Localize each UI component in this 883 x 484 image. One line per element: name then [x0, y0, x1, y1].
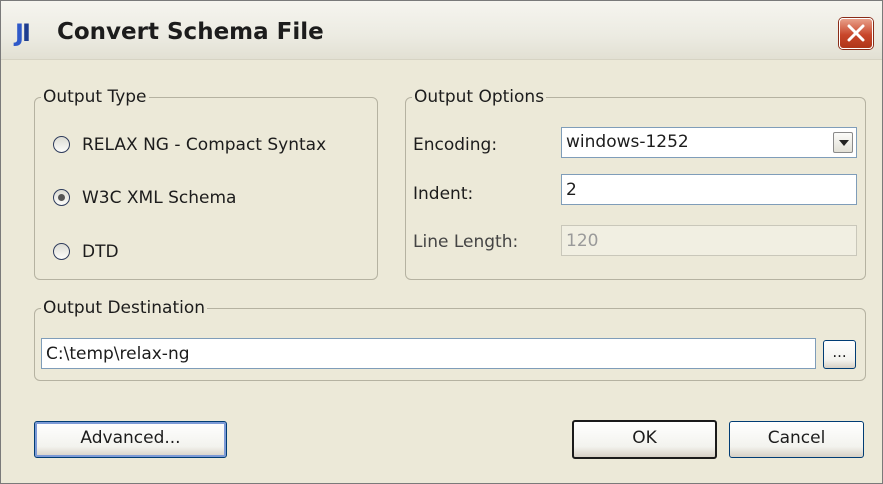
browse-button-label: ... — [832, 343, 847, 361]
ok-button-label: OK — [632, 428, 657, 448]
output-options-legend: Output Options — [414, 87, 545, 107]
radio-dtd[interactable] — [53, 243, 70, 260]
intellij-idea-icon: JI — [15, 19, 31, 47]
dtd-label[interactable]: DTD — [82, 241, 119, 263]
radio-w3c-xml-schema[interactable] — [53, 189, 70, 206]
window-title: Convert Schema File — [57, 19, 324, 45]
w3c-xml-schema-label[interactable]: W3C XML Schema — [82, 187, 236, 209]
browse-button[interactable]: ... — [823, 340, 856, 369]
encoding-dropdown-button[interactable] — [833, 132, 853, 153]
close-button[interactable] — [839, 18, 873, 49]
radio-relax-ng-compact[interactable] — [53, 136, 70, 153]
encoding-value: windows-1252 — [566, 132, 689, 152]
chevron-down-icon — [839, 140, 849, 146]
line-length-label: Line Length: — [413, 232, 519, 252]
output-destination-path-field[interactable] — [41, 338, 816, 369]
output-destination-legend: Output Destination — [43, 298, 206, 318]
relax-ng-compact-label[interactable]: RELAX NG - Compact Syntax — [82, 134, 326, 156]
ok-button[interactable]: OK — [572, 420, 717, 459]
output-type-legend: Output Type — [43, 87, 147, 107]
line-length-field — [561, 225, 857, 256]
convert-schema-dialog: JI Convert Schema File Output Type RELAX… — [0, 0, 883, 484]
cancel-button-label: Cancel — [767, 428, 826, 448]
encoding-label: Encoding: — [413, 135, 498, 155]
cancel-button[interactable]: Cancel — [729, 421, 864, 458]
title-bar[interactable]: JI Convert Schema File — [1, 1, 882, 60]
indent-field[interactable] — [561, 174, 857, 205]
advanced-button[interactable]: Advanced... — [34, 421, 227, 458]
encoding-select[interactable]: windows-1252 — [561, 127, 857, 158]
indent-label: Indent: — [413, 184, 474, 204]
advanced-button-label: Advanced... — [80, 428, 181, 448]
close-icon — [847, 24, 865, 42]
